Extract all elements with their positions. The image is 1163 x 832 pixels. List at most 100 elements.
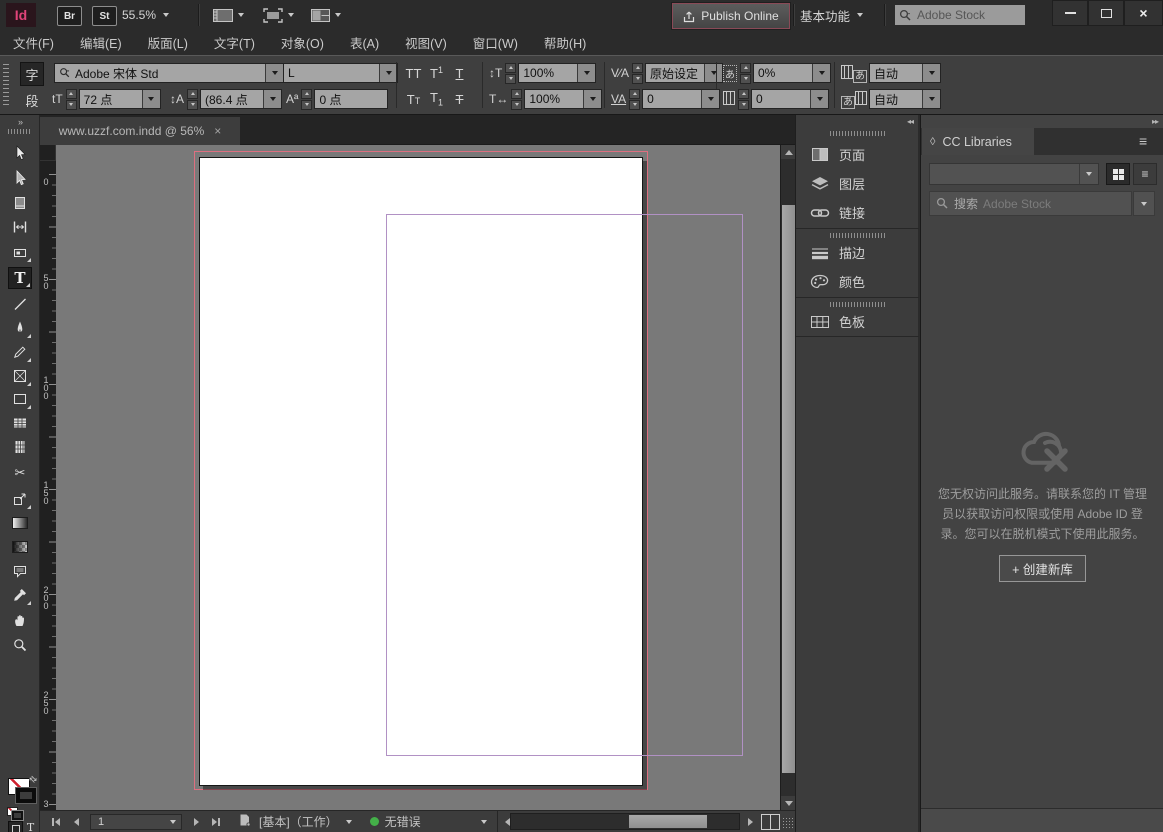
menu-file[interactable]: 文件(F) bbox=[0, 30, 67, 55]
rectangle-tool[interactable] bbox=[8, 388, 32, 410]
eyedropper-tool[interactable] bbox=[8, 584, 32, 606]
layers-panel-button[interactable]: 图层 bbox=[796, 169, 919, 198]
cc-libraries-menu-button[interactable]: ≡ bbox=[1139, 133, 1147, 149]
kerning-stepper[interactable] bbox=[632, 63, 643, 84]
list-view-button[interactable]: ≡ bbox=[1133, 163, 1157, 185]
grid-jidori-top-value[interactable]: 自动 bbox=[870, 64, 922, 82]
color-panel-button[interactable]: 颜色 bbox=[796, 267, 919, 296]
resize-grip[interactable] bbox=[782, 817, 793, 828]
cc-libraries-tab[interactable]: ◊ CC Libraries bbox=[922, 128, 1034, 155]
stock-button[interactable]: St bbox=[92, 6, 117, 26]
page-number-combo[interactable] bbox=[90, 814, 182, 830]
font-family-dropdown[interactable] bbox=[265, 64, 283, 82]
tracking-dropdown[interactable] bbox=[701, 90, 719, 108]
grid-count-stepper[interactable] bbox=[738, 89, 749, 110]
scissors-tool[interactable]: ✂ bbox=[8, 462, 32, 484]
toolbar-grip[interactable] bbox=[8, 129, 32, 134]
workspace-switcher[interactable]: 基本功能 bbox=[800, 5, 863, 25]
screen-mode-button[interactable] bbox=[262, 6, 294, 24]
adobe-stock-search[interactable] bbox=[895, 5, 1025, 25]
stroke-panel-button[interactable]: 描边 bbox=[796, 238, 919, 267]
kerning-dropdown[interactable] bbox=[704, 64, 722, 82]
font-size-value[interactable]: 72 点 bbox=[80, 90, 142, 108]
tracking-value[interactable]: 0 bbox=[643, 90, 701, 108]
leading-stepper[interactable] bbox=[187, 89, 198, 110]
gradient-feather-tool[interactable] bbox=[8, 536, 32, 558]
cc-search-dropdown[interactable] bbox=[1133, 191, 1155, 216]
horizontal-scale-dropdown[interactable] bbox=[583, 90, 601, 108]
menu-help[interactable]: 帮助(H) bbox=[531, 30, 599, 55]
document-page[interactable] bbox=[199, 157, 643, 786]
menu-object[interactable]: 对象(O) bbox=[268, 30, 337, 55]
close-button[interactable]: × bbox=[1124, 0, 1163, 26]
free-transform-tool[interactable] bbox=[8, 488, 32, 510]
toolbar-expand-button[interactable]: » bbox=[0, 117, 40, 129]
scroll-down-button[interactable] bbox=[781, 796, 796, 810]
scroll-right-button[interactable] bbox=[740, 812, 760, 832]
cc-search-field[interactable]: 搜索 Adobe Stock bbox=[929, 191, 1132, 216]
warichu-dropdown[interactable] bbox=[812, 64, 830, 82]
minimize-button[interactable] bbox=[1052, 0, 1088, 26]
selection-tool[interactable] bbox=[8, 142, 32, 164]
superscript-button[interactable]: T1 bbox=[425, 62, 448, 84]
underline-button[interactable]: T bbox=[448, 62, 471, 84]
publish-online-button[interactable]: Publish Online bbox=[672, 3, 790, 29]
pages-panel-button[interactable]: 页面 bbox=[796, 140, 919, 169]
subscript-button[interactable]: T1 bbox=[425, 88, 448, 110]
dock-grip[interactable] bbox=[830, 131, 886, 136]
zoom-level-dropdown[interactable]: 55.5% bbox=[122, 5, 169, 25]
bridge-button[interactable]: Br bbox=[57, 6, 82, 26]
pencil-tool[interactable] bbox=[8, 341, 32, 363]
horizontal-scroll-thumb[interactable] bbox=[629, 815, 707, 828]
zoom-tool[interactable] bbox=[8, 634, 32, 656]
first-page-button[interactable] bbox=[46, 812, 66, 832]
font-family-combo[interactable]: Adobe 宋体 Std bbox=[54, 62, 284, 84]
grid-jidori-bottom-dropdown[interactable] bbox=[922, 90, 940, 108]
note-tool[interactable] bbox=[8, 560, 32, 582]
vertical-scroll-thumb[interactable] bbox=[782, 205, 795, 773]
type-tool[interactable]: T bbox=[8, 267, 32, 289]
vertical-ruler[interactable]: 0 50 100 150 200 250 3 bbox=[40, 161, 56, 810]
grid-view-button[interactable] bbox=[1106, 163, 1130, 185]
vertical-scale-value[interactable]: 100% bbox=[519, 64, 577, 82]
stroke-swatch[interactable] bbox=[16, 788, 36, 803]
vertical-scale-dropdown[interactable] bbox=[577, 64, 595, 82]
maximize-button[interactable] bbox=[1088, 0, 1124, 26]
preflight-menu-button[interactable] bbox=[238, 813, 251, 830]
baseline-shift-stepper[interactable] bbox=[301, 89, 312, 110]
frame-tool[interactable] bbox=[8, 365, 32, 387]
horizontal-grid-tool[interactable] bbox=[8, 412, 32, 434]
small-caps-button[interactable]: TT bbox=[402, 88, 425, 110]
view-options-button[interactable] bbox=[212, 6, 244, 24]
all-caps-button[interactable]: TT bbox=[402, 62, 425, 84]
menu-window[interactable]: 窗口(W) bbox=[460, 30, 531, 55]
formatting-affects-text-button[interactable]: T bbox=[24, 821, 37, 832]
paragraph-formatting-toggle[interactable]: 段 bbox=[20, 88, 44, 112]
scroll-up-button[interactable] bbox=[781, 145, 796, 159]
horizontal-scrollbar[interactable] bbox=[510, 813, 740, 830]
formatting-affects-container-button[interactable] bbox=[8, 821, 23, 832]
font-size-dropdown[interactable] bbox=[142, 90, 160, 108]
baseline-shift-value[interactable]: 0 点 bbox=[315, 90, 387, 108]
create-new-library-button[interactable]: + 创建新库 bbox=[999, 555, 1086, 582]
tracking-stepper[interactable] bbox=[629, 89, 640, 110]
line-tool[interactable] bbox=[8, 293, 32, 315]
horizontal-scale-value[interactable]: 100% bbox=[525, 90, 583, 108]
leading-value[interactable]: (86.4 点 bbox=[201, 90, 263, 108]
previous-page-button[interactable] bbox=[66, 812, 86, 832]
library-select-dropdown[interactable] bbox=[1079, 164, 1098, 184]
gap-tool[interactable] bbox=[8, 216, 32, 238]
font-style-combo[interactable]: L bbox=[283, 62, 398, 84]
page-tool[interactable] bbox=[8, 192, 32, 214]
arrange-documents-button[interactable] bbox=[310, 6, 341, 24]
leading-dropdown[interactable] bbox=[263, 90, 281, 108]
character-formatting-toggle[interactable]: 字 bbox=[20, 62, 44, 86]
kerning-value[interactable]: 原始设定 bbox=[646, 64, 704, 82]
last-page-button[interactable] bbox=[206, 812, 226, 832]
panel-expand-button[interactable]: ▸▸ bbox=[921, 117, 1163, 128]
grid-count-value[interactable]: 0 bbox=[752, 90, 810, 108]
menu-view[interactable]: 视图(V) bbox=[392, 30, 460, 55]
chevron-down-icon[interactable] bbox=[481, 820, 487, 824]
library-select-combo[interactable] bbox=[929, 163, 1099, 185]
adobe-stock-search-input[interactable] bbox=[915, 7, 1009, 23]
